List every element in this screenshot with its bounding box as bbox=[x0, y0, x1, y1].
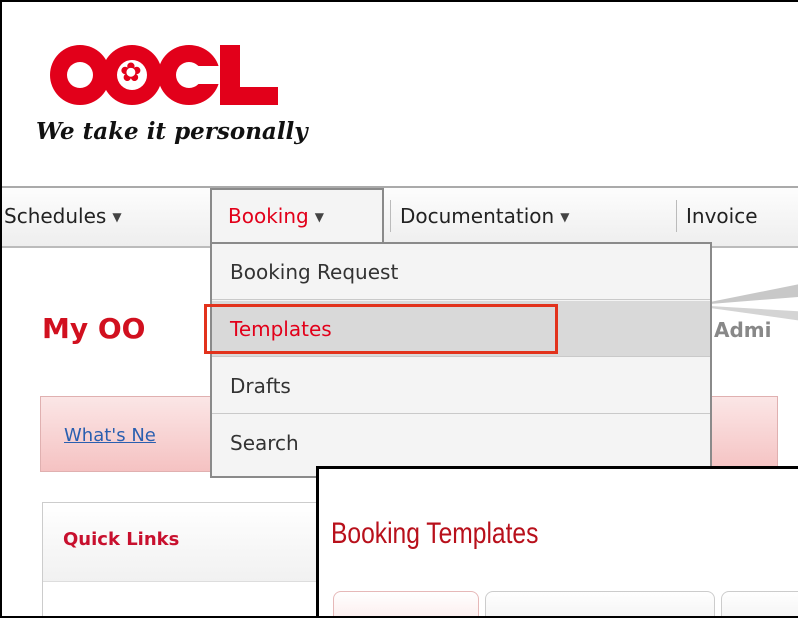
tab-2[interactable] bbox=[485, 591, 715, 616]
caret-down-icon: ▼ bbox=[314, 210, 324, 224]
whats-new-link[interactable]: What's Ne bbox=[64, 425, 156, 446]
quick-links-heading: Quick Links bbox=[63, 529, 180, 550]
nav-documentation[interactable]: Documentation ▼ bbox=[400, 198, 569, 234]
plum-flower-icon bbox=[117, 58, 147, 90]
nav-invoice[interactable]: Invoice bbox=[686, 198, 758, 234]
menu-item-booking-request[interactable]: Booking Request bbox=[212, 244, 710, 300]
highlight-box bbox=[204, 304, 558, 354]
popup-title: Booking Templates bbox=[331, 517, 539, 550]
caret-down-icon: ▼ bbox=[112, 210, 122, 224]
quick-links-panel: Quick Links bbox=[42, 502, 334, 616]
nav-schedules[interactable]: Schedules ▼ bbox=[4, 198, 122, 234]
tagline: We take it personally bbox=[36, 118, 308, 145]
tab-3[interactable] bbox=[721, 591, 798, 616]
booking-templates-panel: Booking Templates bbox=[316, 466, 798, 616]
booking-dropdown: Booking Request Templates Drafts Search bbox=[210, 242, 712, 478]
menu-item-search[interactable]: Search bbox=[212, 415, 710, 471]
page-title: My OO bbox=[42, 312, 146, 345]
nav-booking[interactable]: Booking ▼ bbox=[210, 188, 384, 244]
main-nav: Schedules ▼ Booking ▼ Documentation ▼ Invoi… bbox=[2, 186, 798, 248]
menu-item-drafts[interactable]: Drafts bbox=[212, 358, 710, 414]
tab-1[interactable] bbox=[333, 591, 479, 616]
caret-down-icon: ▼ bbox=[560, 210, 570, 224]
screenshot-frame: We take it personally My OO Admi What's … bbox=[0, 0, 798, 618]
callout-pointer bbox=[710, 284, 798, 321]
